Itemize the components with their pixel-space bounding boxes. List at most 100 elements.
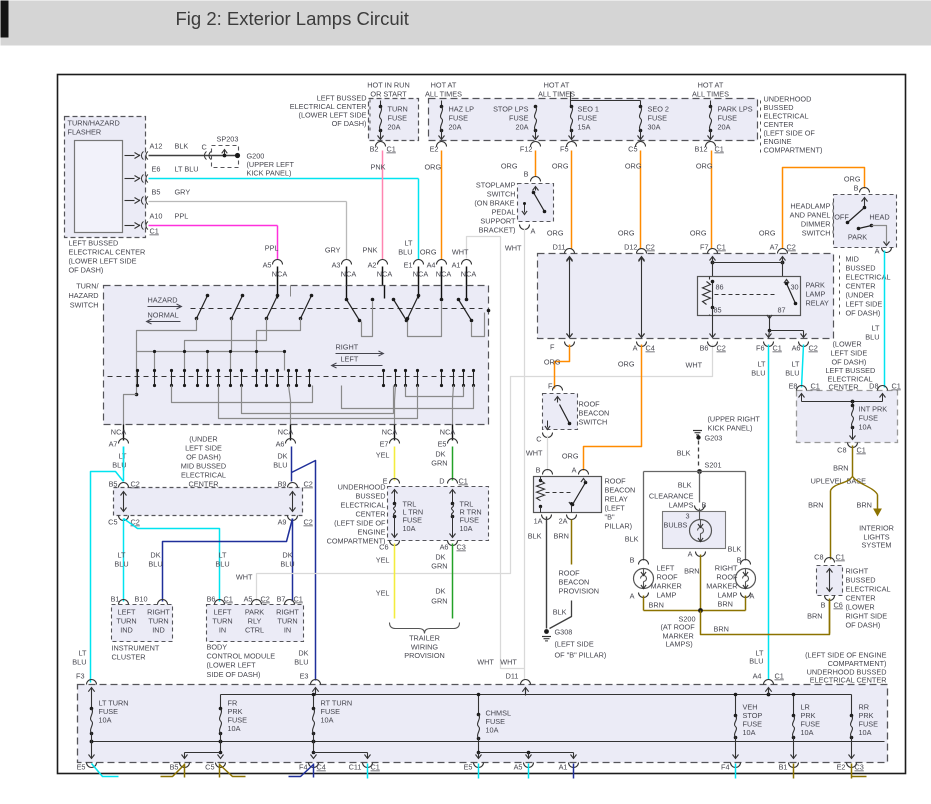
svg-text:(UNDER: (UNDER [846,291,874,300]
svg-text:BLU: BLU [751,369,765,378]
svg-text:E2: E2 [430,145,439,154]
svg-text:C1: C1 [717,243,726,252]
svg-text:C1: C1 [294,595,303,604]
svg-text:UNDERHOOD: UNDERHOOD [338,483,386,492]
svg-text:10A: 10A [743,728,756,737]
svg-text:BLK: BLK [728,545,742,554]
svg-text:ELECTRICAL: ELECTRICAL [181,471,226,480]
svg-text:B10: B10 [135,595,148,604]
svg-text:B2: B2 [370,145,379,154]
svg-text:ORG: ORG [844,175,861,184]
svg-text:BRN: BRN [684,567,699,576]
svg-text:(AT ROOF: (AT ROOF [661,623,696,632]
svg-text:TRAILER: TRAILER [409,634,440,643]
svg-text:NCA: NCA [272,270,288,279]
svg-text:OFF: OFF [834,213,849,222]
svg-text:SWITCH: SWITCH [802,229,831,238]
svg-text:NCA: NCA [382,428,398,437]
svg-text:BLK: BLK [677,449,691,458]
svg-text:G308: G308 [555,628,573,637]
svg-text:RIGHT: RIGHT [147,608,170,617]
svg-text:ORG: ORG [501,162,518,171]
svg-text:PNK: PNK [371,163,386,172]
svg-text:AND PANEL: AND PANEL [790,211,831,220]
svg-text:20A: 20A [516,123,529,132]
svg-text:OF DASH): OF DASH) [846,309,881,318]
svg-text:20A: 20A [388,123,401,132]
svg-text:RIGHT SIDE: RIGHT SIDE [846,612,888,621]
svg-text:C1: C1 [811,382,820,391]
svg-text:C3: C3 [457,543,466,552]
svg-text:CENTER: CENTER [829,383,859,392]
svg-text:HEAD: HEAD [869,213,889,222]
svg-text:ALL TIMES: ALL TIMES [425,90,462,99]
svg-text:LAMP: LAMP [657,591,677,600]
svg-text:FUSE: FUSE [859,414,879,423]
svg-text:ORG: ORG [552,162,569,171]
svg-text:BULBS: BULBS [664,521,688,530]
svg-text:PROVISION: PROVISION [404,651,445,660]
svg-text:BUSSED: BUSSED [846,576,876,585]
svg-text:2A: 2A [559,517,568,526]
svg-text:MID BUSSED: MID BUSSED [181,462,226,471]
svg-text:A: A [630,592,635,601]
svg-text:PARK: PARK [848,233,867,242]
svg-text:RLY: RLY [248,617,262,626]
svg-text:IND: IND [152,626,165,635]
svg-text:ORG: ORG [625,162,642,171]
svg-text:ROOF: ROOF [605,477,627,486]
svg-text:85: 85 [714,306,722,315]
svg-text:LAMPS): LAMPS) [666,640,693,649]
svg-text:SWITCH: SWITCH [70,301,99,310]
svg-text:10A: 10A [321,716,334,725]
svg-text:C2: C2 [646,243,655,252]
svg-text:C1: C1 [459,477,468,486]
svg-text:WHT: WHT [526,449,543,458]
svg-text:BLK: BLK [553,608,567,617]
svg-text:B5: B5 [109,480,118,489]
svg-text:ELECTRICAL: ELECTRICAL [340,501,385,510]
svg-text:DK: DK [435,587,445,596]
svg-text:(LOWER: (LOWER [833,340,862,349]
svg-text:CLEARANCE: CLEARANCE [649,492,694,501]
svg-text:ENGINE: ENGINE [358,528,386,537]
svg-text:B5: B5 [170,763,179,772]
svg-text:A6: A6 [440,543,449,552]
svg-text:3: 3 [685,512,689,521]
svg-text:PNK: PNK [362,246,377,255]
svg-text:(LEFT SIDE: (LEFT SIDE [555,640,594,649]
svg-text:C2: C2 [261,595,270,604]
svg-text:ORG: ORG [544,358,561,367]
svg-text:HOT AT: HOT AT [698,81,724,90]
svg-text:GRN: GRN [431,459,447,468]
svg-text:HAZARD: HAZARD [148,296,178,305]
svg-text:E5: E5 [77,763,86,772]
svg-text:C5: C5 [205,763,214,772]
svg-text:"B": "B" [605,513,615,522]
svg-text:A10: A10 [150,212,163,221]
svg-text:MID: MID [846,255,859,264]
svg-text:PILLAR): PILLAR) [605,522,633,531]
svg-text:BLU: BLU [280,560,294,569]
svg-text:10A: 10A [403,524,416,533]
svg-text:DK: DK [282,551,292,560]
svg-text:PEDAL: PEDAL [492,208,516,217]
svg-text:OF DASH): OF DASH) [332,119,367,128]
svg-text:GRY: GRY [325,246,341,255]
svg-text:BLU: BLU [749,657,763,666]
svg-text:C1: C1 [150,227,159,236]
svg-text:C1: C1 [224,595,233,604]
svg-text:OF DASH): OF DASH) [846,621,881,630]
svg-text:ORG: ORG [618,360,635,369]
svg-text:SYSTEM: SYSTEM [861,541,891,550]
svg-text:BLK: BLK [175,142,189,151]
svg-text:BRN: BRN [649,601,664,610]
svg-text:BEACON: BEACON [559,578,590,587]
svg-text:C6: C6 [379,543,388,552]
svg-text:(LEFT: (LEFT [605,504,626,513]
svg-text:C8: C8 [814,553,823,562]
svg-text:B: B [524,170,529,179]
svg-text:SWITCH: SWITCH [487,190,516,199]
svg-text:FUSE: FUSE [449,114,469,123]
svg-text:A5: A5 [244,595,253,604]
